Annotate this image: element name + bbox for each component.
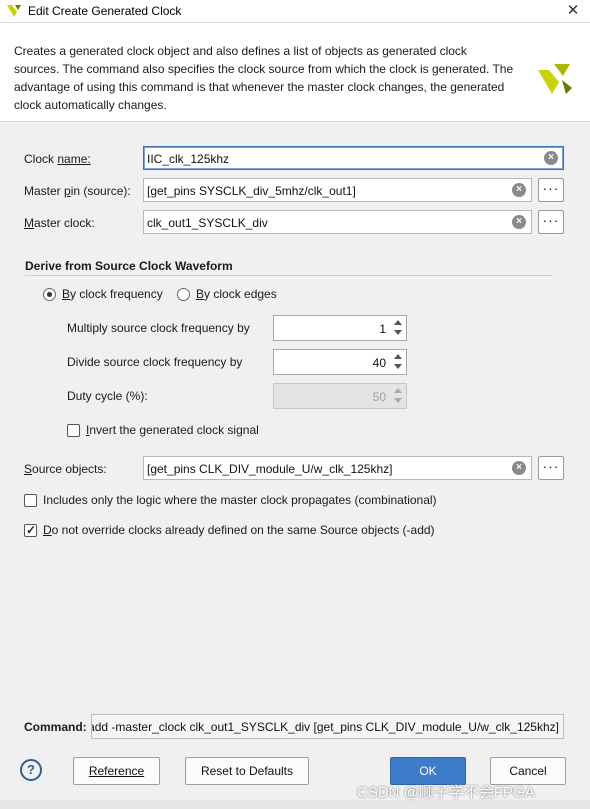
- section-divider: [25, 275, 553, 276]
- multiply-value: 1: [379, 322, 386, 336]
- multiply-label: Multiply source clock frequency by: [67, 321, 250, 335]
- invert-label: Invert the generated clock signal: [86, 423, 259, 437]
- duty-cycle-value: 50: [372, 390, 386, 404]
- command-label: Command:: [24, 720, 87, 734]
- master-pin-browse-button[interactable]: ···: [538, 178, 564, 202]
- by-clock-edges-label: By clock edges: [196, 287, 277, 301]
- invert-checkbox[interactable]: [67, 424, 80, 437]
- derive-section-heading: Derive from Source Clock Waveform: [25, 259, 233, 273]
- spinner-arrows-icon[interactable]: [392, 352, 404, 372]
- reset-defaults-button[interactable]: Reset to Defaults: [185, 757, 309, 785]
- add-label: Do not override clocks already defined o…: [43, 523, 435, 537]
- command-text: create_generated_clock -name IIC_clk_125…: [92, 720, 559, 734]
- checkmark-icon: ✓: [26, 523, 37, 537]
- source-objects-value: [get_pins CLK_DIV_module_U/w_clk_125khz]: [147, 462, 393, 476]
- clear-icon[interactable]: ×: [544, 151, 558, 165]
- title-bar: Edit Create Generated Clock ✕: [0, 0, 590, 23]
- master-pin-input[interactable]: [get_pins SYSCLK_div_5mhz/clk_out1] ×: [143, 178, 532, 202]
- spinner-arrows-icon: [392, 386, 404, 406]
- duty-cycle-spinner: 50: [273, 383, 407, 409]
- clock-name-label: Clock name:: [24, 152, 91, 166]
- spinner-arrows-icon[interactable]: [392, 318, 404, 338]
- clear-icon[interactable]: ×: [512, 461, 526, 475]
- by-clock-frequency-radio[interactable]: [43, 288, 56, 301]
- vivado-logo-icon: [538, 64, 572, 94]
- command-preview: create_generated_clock -name IIC_clk_125…: [91, 714, 564, 739]
- master-pin-label: Master pin (source):: [24, 184, 131, 198]
- vivado-logo-icon: [7, 5, 21, 17]
- clear-icon[interactable]: ×: [512, 183, 526, 197]
- reference-button[interactable]: Reference: [73, 757, 160, 785]
- clear-icon[interactable]: ×: [512, 215, 526, 229]
- source-objects-input[interactable]: [get_pins CLK_DIV_module_U/w_clk_125khz]…: [143, 456, 532, 480]
- divide-label: Divide source clock frequency by: [67, 355, 243, 369]
- watermark: CSDN @顺子学不会FPGA: [357, 784, 535, 801]
- master-clock-browse-button[interactable]: ···: [538, 210, 564, 234]
- clock-name-input[interactable]: IIC_clk_125khz ×: [143, 146, 564, 170]
- divide-value: 40: [372, 356, 386, 370]
- add-checkbox[interactable]: ✓: [24, 523, 37, 537]
- close-button[interactable]: ✕: [556, 0, 590, 22]
- description-text: Creates a generated clock object and als…: [14, 44, 514, 112]
- master-clock-label: Master clock:: [24, 216, 95, 230]
- multiply-spinner[interactable]: 1: [273, 315, 407, 341]
- source-objects-label: Source objects:: [24, 462, 107, 476]
- master-pin-value: [get_pins SYSCLK_div_5mhz/clk_out1]: [147, 184, 356, 198]
- by-clock-frequency-label: By clock frequency: [62, 287, 163, 301]
- source-objects-browse-button[interactable]: ···: [538, 456, 564, 480]
- window-title: Edit Create Generated Clock: [28, 4, 182, 18]
- divide-spinner[interactable]: 40: [273, 349, 407, 375]
- clock-name-value: IIC_clk_125khz: [147, 152, 230, 166]
- description-panel: Creates a generated clock object and als…: [0, 23, 590, 122]
- duty-cycle-label: Duty cycle (%):: [67, 389, 148, 403]
- help-button[interactable]: ?: [20, 759, 42, 781]
- master-clock-input[interactable]: clk_out1_SYSCLK_div ×: [143, 210, 532, 234]
- combinational-checkbox[interactable]: [24, 494, 37, 507]
- master-clock-value: clk_out1_SYSCLK_div: [147, 216, 268, 230]
- by-clock-edges-radio[interactable]: [177, 288, 190, 301]
- combinational-label: Includes only the logic where the master…: [43, 493, 437, 507]
